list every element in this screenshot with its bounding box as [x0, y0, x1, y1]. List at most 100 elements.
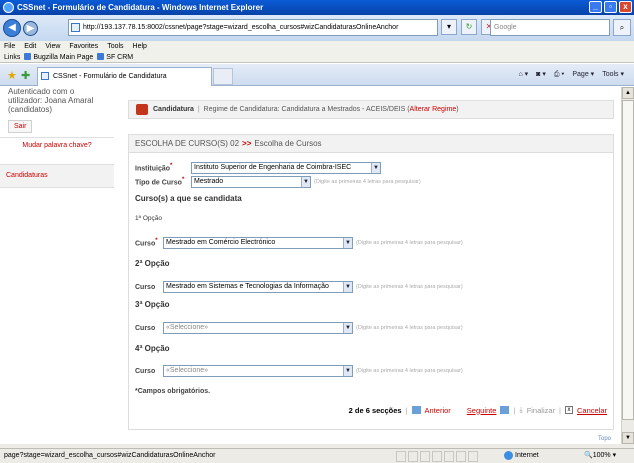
tipo-curso-value: Mestrado: [194, 178, 224, 185]
logout-button[interactable]: Sair: [8, 120, 33, 133]
option-4-label: Curso: [135, 367, 156, 375]
tab-cssnet[interactable]: CSSnet - Formulário de Candidatura: [37, 67, 212, 86]
option-2-row: Curso Mestrado em Sistemas e Tecnologias…: [135, 281, 463, 293]
finish-button[interactable]: Finalizar: [527, 406, 555, 415]
close-button[interactable]: x: [619, 1, 632, 13]
auth-line-2: utilizador: Joana Amaral: [8, 96, 94, 105]
pager-divider: |: [559, 405, 561, 415]
breadcrumb: Candidatura | Regime de Candidatura: Candi…: [128, 100, 614, 119]
address-dropdown-button[interactable]: ▾: [441, 19, 457, 35]
auth-line-3: (candidatos): [8, 105, 53, 114]
link-sf-crm[interactable]: SF CRM: [97, 52, 133, 63]
change-password-link[interactable]: Mudar palavra chave?: [0, 142, 114, 149]
back-to-top-link[interactable]: Topo: [598, 436, 611, 442]
back-button[interactable]: ◀: [3, 19, 21, 37]
print-icon[interactable]: ⎙ ▾: [554, 69, 565, 81]
forward-button[interactable]: ▶: [23, 20, 38, 36]
menu-view[interactable]: View: [45, 41, 60, 52]
option-2-label: Curso: [135, 283, 156, 291]
option-3-select[interactable]: «Seleccione» ▼: [163, 322, 353, 334]
pager-divider: |: [405, 405, 408, 415]
search-input[interactable]: Google: [490, 19, 610, 36]
search-hint: (Digite as primeiras 4 letras para pesqu…: [356, 325, 463, 331]
required-note: *Campos obrigatórios.: [135, 388, 211, 395]
next-arrow-icon[interactable]: [500, 406, 510, 414]
instituicao-select[interactable]: Instituto Superior de Engenharia de Coim…: [191, 162, 381, 174]
scroll-up-icon[interactable]: ▲: [622, 87, 634, 99]
status-cell: [468, 451, 478, 462]
breadcrumb-section[interactable]: Candidatura: [153, 106, 194, 113]
regime-label: Regime de Candidatura:: [203, 106, 280, 113]
status-cell: [444, 451, 454, 462]
instituicao-row: Instituição* Instituto Superior de Engen…: [135, 162, 381, 174]
option-3-value: «Seleccione»: [166, 324, 209, 331]
instituicao-label-text: Instituição: [135, 165, 171, 173]
search-icon[interactable]: ⌕: [613, 19, 631, 36]
menu-edit[interactable]: Edit: [24, 41, 36, 52]
required-mark: *: [170, 163, 173, 170]
previous-button[interactable]: Anterior: [425, 406, 451, 415]
chevron-down-icon: ▼: [343, 323, 352, 333]
search-hint: (Digite as primeiras 4 letras para pesqu…: [314, 179, 421, 185]
new-tab-button[interactable]: [213, 68, 233, 85]
option-4-select[interactable]: «Seleccione» ▼: [163, 365, 353, 377]
status-cell: [396, 451, 406, 462]
ie-logo-icon: [3, 2, 14, 13]
favorites-star-icon[interactable]: ★: [7, 69, 17, 82]
menu-tools[interactable]: Tools: [107, 41, 123, 52]
panel-heading-step: ESCOLHA DE CURSO(S) 02: [135, 139, 240, 148]
auth-info: Autenticado com o utilizador: Joana Amar…: [8, 87, 93, 114]
add-favorite-icon[interactable]: ✚: [21, 69, 30, 82]
chevron-down-icon: ▼: [343, 238, 352, 248]
previous-arrow-icon[interactable]: [411, 406, 421, 414]
menu-help[interactable]: Help: [133, 41, 147, 52]
tipo-curso-select[interactable]: Mestrado ▼: [191, 176, 311, 188]
cancel-icon[interactable]: x: [564, 406, 573, 414]
option-4-row: Curso «Seleccione» ▼ (Digite as primeiras…: [135, 365, 463, 377]
menu-file[interactable]: File: [4, 41, 15, 52]
menu-favorites[interactable]: Favorites: [69, 41, 98, 52]
link-bugzilla-label: Bugzilla Main Page: [33, 53, 94, 61]
page-menu[interactable]: Page ▾: [572, 69, 594, 81]
maximize-button[interactable]: ▫: [604, 1, 617, 13]
scroll-thumb[interactable]: [622, 100, 634, 420]
scroll-down-icon[interactable]: ▼: [622, 432, 634, 444]
search-hint: (Digite as primeiras 4 letras para pesqu…: [356, 284, 463, 290]
panel-heading-arrow: >>: [242, 139, 252, 148]
page-icon: [71, 23, 80, 32]
page-menu-label: Page: [572, 71, 589, 78]
tipo-curso-label: Tipo de Curso*: [135, 177, 191, 186]
option-1-label-text: Curso: [135, 240, 156, 248]
address-input[interactable]: http://193.137.78.15:8002/cssnet/page?st…: [68, 19, 438, 36]
status-cells: [396, 451, 478, 462]
feeds-icon[interactable]: ◙ ▾: [536, 69, 546, 81]
tools-menu[interactable]: Tools ▾: [602, 69, 624, 81]
links-label: Links: [4, 53, 21, 61]
instituicao-value: Instituto Superior de Engenharia de Coim…: [194, 164, 352, 171]
option-2-select[interactable]: Mestrado em Sistemas e Tecnologias da In…: [163, 281, 353, 293]
wizard-pager: 2 de 6 secções | Anterior Seguinte | ⤓ F…: [349, 405, 607, 415]
minimize-button[interactable]: _: [589, 1, 602, 13]
zoom-control[interactable]: 🔍100% ▾: [584, 449, 616, 463]
sidebar-item-candidaturas[interactable]: Candidaturas: [0, 164, 114, 188]
chevron-down-icon: ▼: [343, 366, 352, 376]
home-icon[interactable]: ⌂ ▾: [518, 69, 528, 81]
vertical-scrollbar[interactable]: ▲ ▼: [621, 87, 634, 444]
next-button[interactable]: Seguinte: [467, 406, 497, 415]
pager-divider: |: [513, 405, 516, 415]
link-bugzilla[interactable]: Bugzilla Main Page: [24, 52, 93, 63]
cancel-button[interactable]: Cancelar: [577, 406, 607, 415]
search-hint: (Digite as primeiras 4 letras para pesqu…: [356, 240, 463, 246]
option-1-select[interactable]: Mestrado em Comércio Electrónico ▼: [163, 237, 353, 249]
alter-regime-link[interactable]: Alterar Regime: [410, 106, 457, 113]
menu-bar: File Edit View Favorites Tools Help: [0, 41, 634, 52]
cursos-heading: Curso(s) a que se candidata: [135, 194, 242, 203]
option-2-value: Mestrado em Sistemas e Tecnologias da In…: [166, 283, 329, 290]
chevron-down-icon: ▼: [371, 163, 380, 173]
refresh-icon[interactable]: ↻: [461, 19, 477, 35]
link-sf-crm-label: SF CRM: [106, 53, 134, 61]
tools-menu-label: Tools: [602, 71, 619, 78]
option-4-value: «Seleccione»: [166, 367, 209, 374]
section-count: 2 de 6 secções: [348, 405, 402, 415]
zoom-level: 100%: [592, 452, 611, 459]
